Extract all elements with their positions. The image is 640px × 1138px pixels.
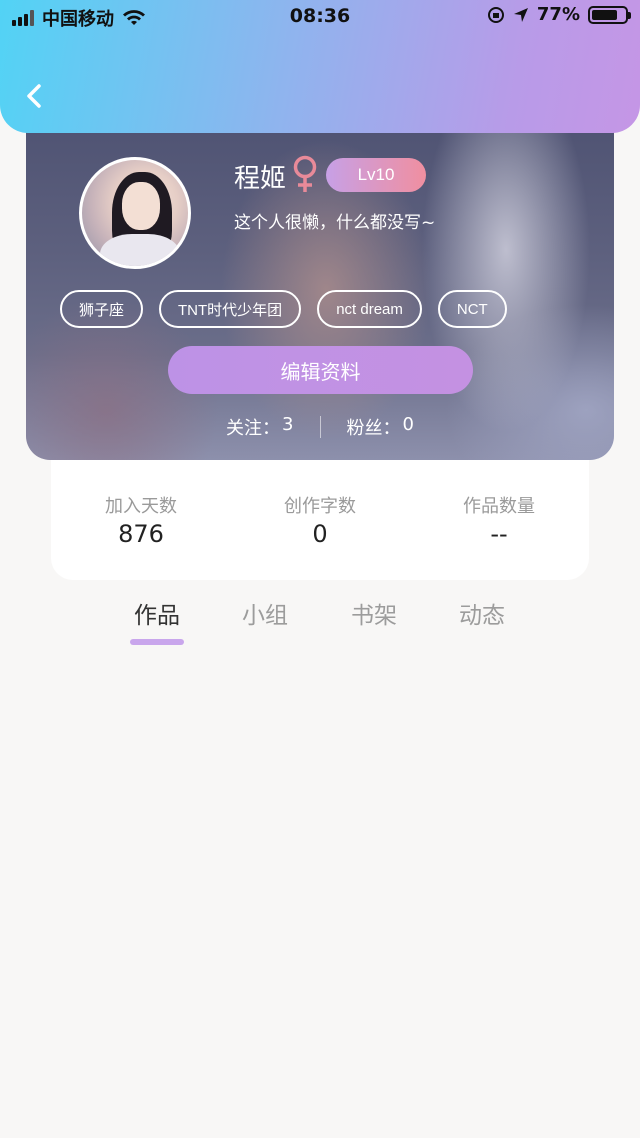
chevron-left-icon (27, 84, 41, 108)
stat-value: -- (490, 520, 508, 548)
stat-value: 0 (312, 520, 328, 548)
rotation-lock-icon (487, 6, 504, 23)
back-button[interactable] (18, 78, 50, 114)
nickname: 程姬 (234, 164, 287, 194)
tag-item[interactable]: TNT时代少年团 (159, 290, 302, 328)
stat-label: 作品数量 (463, 496, 535, 517)
divider (319, 416, 321, 438)
location-arrow-icon (513, 7, 528, 22)
status-bar: 中国移动 08:36 77% (0, 0, 640, 34)
top-header: 中国移动 08:36 77% (0, 0, 640, 133)
tab-activity[interactable]: 动态 (442, 596, 522, 630)
tab-bookshelf[interactable]: 书架 (334, 596, 414, 630)
tab-groups[interactable]: 小组 (225, 596, 305, 630)
status-right: 77% (487, 4, 631, 25)
battery-percent: 77% (536, 4, 580, 25)
stat-join-days: 加入天数 876 (51, 492, 231, 548)
battery-icon (588, 5, 631, 24)
edit-profile-button[interactable]: 编辑资料 (168, 346, 473, 394)
follow-stats: 关注： 3 粉丝： 0 (26, 410, 614, 444)
following-link[interactable]: 关注： 3 (226, 414, 293, 440)
stat-works-count: 作品数量 -- (409, 492, 589, 548)
following-label: 关注： (226, 418, 281, 439)
followers-link[interactable]: 粉丝： 0 (347, 414, 414, 440)
tab-works[interactable]: 作品 (117, 596, 197, 630)
stat-value: 876 (118, 520, 164, 548)
followers-label: 粉丝： (346, 418, 401, 439)
tag-list: 狮子座 TNT时代少年团 nct dream NCT (60, 290, 507, 328)
following-count: 3 (282, 414, 294, 435)
tag-item[interactable]: nct dream (317, 290, 422, 328)
stat-label: 创作字数 (284, 496, 356, 517)
stats-card: 加入天数 876 创作字数 0 作品数量 -- (51, 450, 589, 580)
female-icon (293, 155, 317, 192)
content-tabs: 作品 小组 书架 动态 (0, 596, 640, 652)
avatar[interactable] (79, 157, 191, 269)
active-tab-indicator (130, 639, 184, 645)
stat-word-count: 创作字数 0 (230, 492, 410, 548)
followers-count: 0 (402, 414, 414, 435)
bio-text: 这个人很懒，什么都没写~ (234, 213, 436, 233)
tab-content-area (0, 660, 640, 1138)
tag-item[interactable]: 狮子座 (60, 290, 144, 328)
stat-label: 加入天数 (105, 496, 177, 517)
tag-item[interactable]: NCT (437, 290, 507, 328)
level-badge: Lv10 (326, 158, 426, 192)
profile-card: 程姬 Lv10 这个人很懒，什么都没写~ 狮子座 TNT时代少年团 nct dr… (26, 110, 614, 460)
